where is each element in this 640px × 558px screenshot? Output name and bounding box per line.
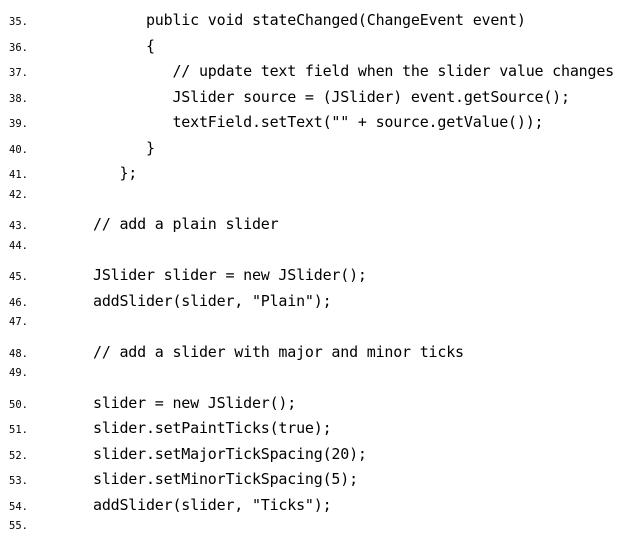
line-content: JSlider source = (JSlider) event.getSour… xyxy=(40,85,570,111)
line-number: 38. xyxy=(0,91,40,109)
code-line: 46. addSlider(slider, "Plain"); xyxy=(0,289,640,315)
code-line: 44. xyxy=(0,238,640,264)
line-content: JSlider slider = new JSlider(); xyxy=(40,263,367,289)
line-content: addSlider(slider, "Ticks"); xyxy=(40,493,331,519)
line-content: slider.setMinorTickSpacing(5); xyxy=(40,467,358,493)
code-line: 39. textField.setText("" + source.getVal… xyxy=(0,110,640,136)
line-number: 47. xyxy=(0,314,40,332)
line-number: 49. xyxy=(0,365,40,383)
line-number: 37. xyxy=(0,65,40,83)
code-listing: 35. public void stateChanged(ChangeEvent… xyxy=(0,8,640,544)
code-line: 35. public void stateChanged(ChangeEvent… xyxy=(0,8,640,34)
line-number: 40. xyxy=(0,142,40,160)
line-content: // add a slider with major and minor tic… xyxy=(40,340,464,366)
line-number: 54. xyxy=(0,499,40,517)
line-number: 39. xyxy=(0,116,40,134)
line-number: 42. xyxy=(0,187,40,205)
line-number: 46. xyxy=(0,295,40,313)
line-content: slider.setPaintTicks(true); xyxy=(40,416,331,442)
line-number: 48. xyxy=(0,346,40,364)
line-number: 45. xyxy=(0,269,40,287)
code-line: 42. xyxy=(0,187,640,213)
line-number: 44. xyxy=(0,238,40,256)
code-line: 36. { xyxy=(0,34,640,60)
line-content: // update text field when the slider val… xyxy=(40,59,614,85)
line-content: }; xyxy=(40,161,137,187)
code-line: 50. slider = new JSlider(); xyxy=(0,391,640,417)
line-number: 51. xyxy=(0,422,40,440)
line-number: 55. xyxy=(0,518,40,536)
line-number: 52. xyxy=(0,448,40,466)
code-line: 37. // update text field when the slider… xyxy=(0,59,640,85)
line-number: 35. xyxy=(0,14,40,32)
line-number: 36. xyxy=(0,40,40,58)
code-line: 53. slider.setMinorTickSpacing(5); xyxy=(0,467,640,493)
line-content: addSlider(slider, "Plain"); xyxy=(40,289,331,315)
line-number: 53. xyxy=(0,473,40,491)
line-content: // add a plain slider xyxy=(40,212,278,238)
code-line: 38. JSlider source = (JSlider) event.get… xyxy=(0,85,640,111)
line-number: 41. xyxy=(0,167,40,185)
line-content: slider = new JSlider(); xyxy=(40,391,296,417)
code-line: 48. // add a slider with major and minor… xyxy=(0,340,640,366)
code-line: 41. }; xyxy=(0,161,640,187)
code-line: 49. xyxy=(0,365,640,391)
code-line: 45. JSlider slider = new JSlider(); xyxy=(0,263,640,289)
code-line: 40. } xyxy=(0,136,640,162)
line-content: public void stateChanged(ChangeEvent eve… xyxy=(40,8,526,34)
line-content: slider.setMajorTickSpacing(20); xyxy=(40,442,367,468)
code-line: 55. xyxy=(0,518,640,544)
line-number: 43. xyxy=(0,218,40,236)
line-content: } xyxy=(40,136,155,162)
line-content: textField.setText("" + source.getValue()… xyxy=(40,110,543,136)
line-content: { xyxy=(40,34,155,60)
code-line: 54. addSlider(slider, "Ticks"); xyxy=(0,493,640,519)
code-line: 47. xyxy=(0,314,640,340)
code-line: 51. slider.setPaintTicks(true); xyxy=(0,416,640,442)
code-line: 43. // add a plain slider xyxy=(0,212,640,238)
code-line: 52. slider.setMajorTickSpacing(20); xyxy=(0,442,640,468)
line-number: 50. xyxy=(0,397,40,415)
